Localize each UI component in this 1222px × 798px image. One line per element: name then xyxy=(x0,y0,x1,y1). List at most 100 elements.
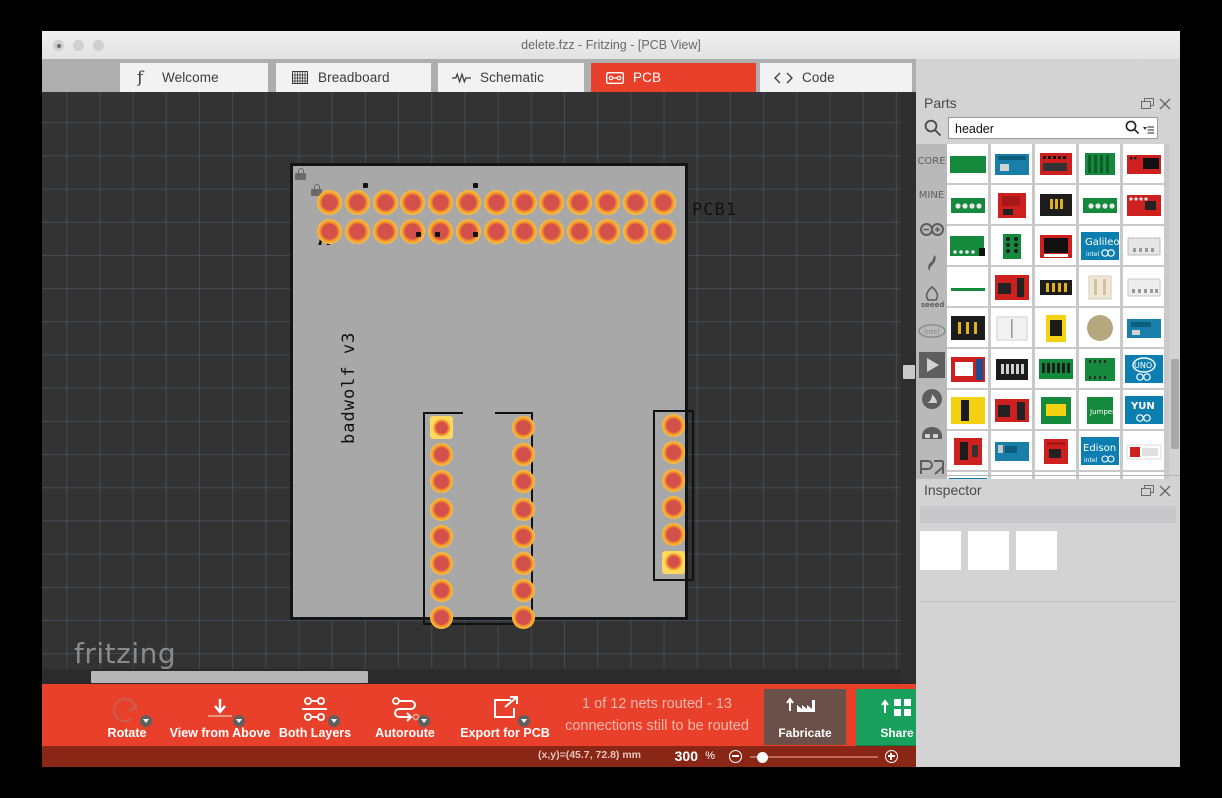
m1-pad-4[interactable] xyxy=(662,495,685,519)
part-item-green-terminal2[interactable] xyxy=(1079,185,1120,224)
m1-pad-1[interactable] xyxy=(662,414,685,437)
export-dropdown-icon[interactable] xyxy=(518,715,530,727)
ic1-pad-left-4[interactable] xyxy=(430,497,453,521)
tab-welcome[interactable]: ƒ Welcome xyxy=(120,63,268,92)
header-pad-top-7[interactable] xyxy=(483,190,509,215)
zoom-slider[interactable] xyxy=(750,756,878,758)
parts-scrollbar[interactable] xyxy=(1169,144,1180,479)
header-pad-top-1[interactable] xyxy=(317,190,342,215)
ic1-pad-right-5[interactable] xyxy=(512,524,535,548)
ic1-pad-right-6[interactable] xyxy=(512,552,535,575)
part-item-red-shield2[interactable] xyxy=(991,390,1032,429)
inspector-float-icon[interactable] xyxy=(1141,484,1154,496)
ic1-pad-left-6[interactable] xyxy=(430,552,453,575)
both-layers-button[interactable]: Both Layers xyxy=(270,688,360,744)
rotate-button[interactable]: Rotate xyxy=(84,688,170,744)
layers-dropdown-icon[interactable] xyxy=(328,715,340,727)
parts-bin-fritzing-creatures-icon[interactable] xyxy=(916,416,947,450)
part-item-red-display[interactable] xyxy=(1035,226,1076,265)
autoroute-dropdown-icon[interactable] xyxy=(418,715,430,727)
view-dropdown-icon[interactable] xyxy=(233,715,245,727)
tab-pcb[interactable]: PCB xyxy=(591,63,756,92)
inspector-close-icon[interactable] xyxy=(1159,484,1172,497)
m1-pad-3[interactable] xyxy=(662,468,685,492)
hscroll-handle[interactable] xyxy=(91,671,368,683)
header-pad-bottom-5[interactable] xyxy=(428,219,454,244)
parts-bin-snootlab-icon[interactable] xyxy=(916,382,947,416)
header-pad-bottom-2[interactable] xyxy=(344,219,370,244)
part-item-green-jumper[interactable]: Jumper xyxy=(1079,390,1120,429)
header-pad-bottom-11[interactable] xyxy=(595,219,620,244)
part-item-white-connector2[interactable] xyxy=(1123,267,1164,306)
canvas-horizontal-scrollbar[interactable] xyxy=(42,669,916,684)
header-pad-bottom-9[interactable] xyxy=(539,219,565,244)
part-item-cream-socket[interactable] xyxy=(1079,267,1120,306)
tab-breadboard[interactable]: Breadboard xyxy=(276,63,431,92)
part-item-edison[interactable]: Edison intel xyxy=(1079,431,1120,470)
parts-float-icon[interactable] xyxy=(1141,97,1154,109)
part-item-green-header[interactable] xyxy=(1035,390,1076,429)
part-item-green-stripes[interactable] xyxy=(1079,144,1120,183)
part-item-yellow-module[interactable] xyxy=(1035,308,1076,347)
view-from-above-button[interactable]: View from Above xyxy=(170,688,270,744)
ic1-pad-left-5[interactable] xyxy=(430,524,453,548)
search-input[interactable] xyxy=(953,118,1122,140)
part-item-white-red-board[interactable] xyxy=(1123,431,1164,470)
vscroll-handle[interactable] xyxy=(903,365,915,379)
part-item-blue-arduino[interactable] xyxy=(991,144,1032,183)
rotate-dropdown-icon[interactable] xyxy=(140,715,152,727)
parts-grid[interactable]: GalileointelUNOJumperYUNEdisonintelEdiso… xyxy=(947,144,1169,479)
header-pad-top-8[interactable] xyxy=(511,190,537,215)
part-item-yun[interactable]: YUN xyxy=(1123,390,1164,429)
part-item-white-blank[interactable] xyxy=(991,308,1032,347)
m1-pad-6[interactable] xyxy=(662,550,685,574)
tab-schematic[interactable]: Schematic xyxy=(438,63,584,92)
part-item-red-header-board[interactable] xyxy=(1035,144,1076,183)
part-item-green-terminal[interactable] xyxy=(947,185,988,224)
ic1-pad-right-1[interactable] xyxy=(512,416,535,439)
ic1-pad-right-4[interactable] xyxy=(512,497,535,521)
header-pad-top-10[interactable] xyxy=(567,190,593,215)
part-item-uno[interactable]: UNO xyxy=(1123,349,1164,388)
pcb-board[interactable]: badwolf v3 Λ xyxy=(290,163,694,630)
header-pad-top-11[interactable] xyxy=(595,190,620,215)
header-pad-top-9[interactable] xyxy=(539,190,565,215)
part-item-green-dip[interactable] xyxy=(991,226,1032,265)
part-item-galileo[interactable]: Galileo intel xyxy=(1079,226,1120,265)
inspector-thumb-pcb[interactable] xyxy=(1016,531,1057,570)
pcb-canvas[interactable]: fritzing PCB1 IC1 M1 badwolf v3 Λ xyxy=(42,92,916,684)
header-pad-top-5[interactable] xyxy=(428,190,454,215)
zoom-slider-handle[interactable] xyxy=(757,751,768,763)
zoom-out-icon[interactable] xyxy=(729,750,742,763)
search-icon[interactable] xyxy=(924,119,942,142)
header-pad-bottom-12[interactable] xyxy=(622,219,648,244)
header-pad-bottom-3[interactable] xyxy=(372,219,398,244)
fabricate-button[interactable]: Fabricate xyxy=(764,689,846,745)
part-item-black-dip-sock[interactable] xyxy=(991,349,1032,388)
part-item-black-header2[interactable] xyxy=(1035,267,1076,306)
part-item-blue-mega[interactable] xyxy=(991,431,1032,470)
part-item-red-sensor[interactable] xyxy=(1035,431,1076,470)
parts-bin-arduino-infinity-icon[interactable] xyxy=(916,212,947,246)
header-pad-top-12[interactable] xyxy=(622,190,648,215)
part-item-tan-circle[interactable] xyxy=(1079,308,1120,347)
canvas-vertical-scrollbar[interactable] xyxy=(901,92,916,684)
header-pad-bottom-13[interactable] xyxy=(650,219,676,244)
inspector-thumb-breadboard[interactable] xyxy=(920,531,961,570)
parts-close-icon[interactable] xyxy=(1159,97,1172,110)
header-pad-bottom-10[interactable] xyxy=(567,219,593,244)
part-item-black-pins[interactable] xyxy=(947,308,988,347)
export-for-pcb-button[interactable]: Export for PCB xyxy=(450,688,560,744)
part-item-white-connector[interactable] xyxy=(1123,226,1164,265)
parts-scroll-handle[interactable] xyxy=(1171,359,1179,449)
header-pad-top-6[interactable] xyxy=(456,190,481,215)
autoroute-button[interactable]: Autoroute xyxy=(360,688,450,744)
part-item-green-board2[interactable] xyxy=(947,226,988,265)
inspector-thumb-schematic[interactable] xyxy=(968,531,1009,570)
parts-bin-core[interactable]: CORE xyxy=(916,144,947,178)
search-dropdown-icon[interactable] xyxy=(1143,123,1154,141)
part-item-yellow-board[interactable] xyxy=(947,390,988,429)
parts-bin-play-triangle-icon[interactable] xyxy=(916,348,947,382)
parts-bin-sparkfun-flame-icon[interactable] xyxy=(916,246,947,280)
part-item-green-board[interactable] xyxy=(947,144,988,183)
